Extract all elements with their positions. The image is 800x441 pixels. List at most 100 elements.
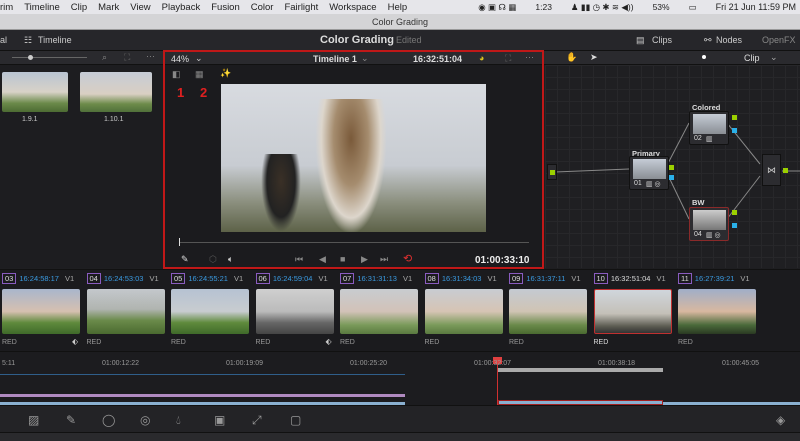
- menu-color[interactable]: Color: [251, 2, 274, 13]
- slider-handle[interactable]: [28, 55, 33, 60]
- sizing-icon[interactable]: ⤢: [252, 413, 262, 428]
- node-mode-select[interactable]: Clip: [744, 53, 760, 63]
- clip-item[interactable]: 09 16:31:37:11 V1 RED: [507, 273, 592, 349]
- curves-icon[interactable]: ▨: [28, 413, 39, 427]
- chevron-down-icon[interactable]: ⌄: [361, 53, 369, 64]
- menu-help[interactable]: Help: [388, 2, 408, 13]
- output-port[interactable]: [783, 168, 788, 173]
- play-icon[interactable]: ▶: [361, 254, 368, 265]
- clip-thumbnail[interactable]: [255, 289, 334, 334]
- gallery-zoom-slider[interactable]: [12, 57, 87, 58]
- menu-fairlight[interactable]: Fairlight: [284, 2, 318, 13]
- chevron-down-icon[interactable]: ⌄: [770, 52, 778, 63]
- gallery-button[interactable]: al: [0, 35, 7, 45]
- hand-icon[interactable]: ✋: [566, 52, 577, 63]
- menu-timeline[interactable]: Timeline: [24, 2, 60, 13]
- search-icon[interactable]: ⌕: [102, 52, 107, 63]
- node-colored[interactable]: 02 ▥: [689, 111, 729, 145]
- menu-playback[interactable]: Playback: [162, 2, 201, 13]
- chevron-down-icon[interactable]: ⌄: [195, 53, 203, 64]
- layer-mixer-node[interactable]: ⋈: [762, 154, 781, 186]
- clock[interactable]: Fri 21 Jun 11:59 PM: [716, 2, 796, 12]
- zoom-select[interactable]: 44%: [171, 54, 189, 64]
- clip-timecode: 16:31:37:11: [526, 274, 566, 283]
- 3d-icon[interactable]: ▢: [290, 413, 301, 427]
- pointer-icon[interactable]: ➤: [590, 52, 598, 63]
- still-thumbnail[interactable]: [2, 72, 68, 112]
- window-icon[interactable]: ◯: [102, 413, 115, 427]
- app-status-icon[interactable]: ◉ ▣ ☊ ▦: [478, 2, 516, 13]
- skip-forward-icon[interactable]: ⏭︎: [380, 254, 388, 265]
- node-bw[interactable]: 04 ▥ ◎: [689, 207, 729, 241]
- output-port[interactable]: [732, 223, 737, 228]
- scrubber-bar[interactable]: [179, 242, 529, 243]
- openfx-button[interactable]: OpenFX: [762, 35, 796, 45]
- menu-fusion[interactable]: Fusion: [211, 2, 240, 13]
- keyframes-icon[interactable]: ◈: [776, 413, 785, 427]
- eyedropper-icon[interactable]: ✎: [181, 254, 189, 265]
- still-thumbnail[interactable]: [80, 72, 152, 112]
- clip-thumbnail[interactable]: [2, 289, 80, 334]
- clip-thumbnail[interactable]: [593, 289, 672, 334]
- blur-icon[interactable]: 💧︎: [176, 413, 181, 428]
- clip-thumbnail[interactable]: [678, 289, 756, 334]
- clip-thumbnail[interactable]: [509, 289, 587, 334]
- clip-item[interactable]: 06 16:24:59:04 V1 RED ⬖: [254, 273, 339, 349]
- clip-thumbnail[interactable]: [424, 289, 503, 334]
- clip-thumbnail[interactable]: [340, 289, 418, 334]
- loop-icon[interactable]: ⟲: [403, 252, 412, 265]
- expand-icon[interactable]: ⛶: [124, 52, 130, 63]
- battery-level[interactable]: 53%: [653, 2, 670, 12]
- more-icon[interactable]: ···: [525, 52, 534, 62]
- output-port[interactable]: [669, 175, 674, 180]
- misc-status-icons[interactable]: ♟ ▮▮ ◷ ✱ ≋ ◀)): [571, 2, 634, 13]
- menu-view[interactable]: View: [130, 2, 150, 13]
- menu-workspace[interactable]: Workspace: [329, 2, 376, 13]
- output-port[interactable]: [732, 210, 737, 215]
- clip-item[interactable]: 07 16:31:31:13 V1 RED: [338, 273, 423, 349]
- clips-button[interactable]: Clips: [652, 35, 672, 45]
- clip-item[interactable]: 08 16:31:34:03 V1 RED: [423, 273, 508, 349]
- clip-thumbnail[interactable]: [86, 289, 165, 334]
- clips-icon: ▤: [636, 35, 645, 45]
- skip-back-icon[interactable]: ⏮︎: [295, 254, 303, 265]
- output-port[interactable]: [732, 128, 737, 133]
- clip-item[interactable]: 05 16:24:55:21 V1 RED: [169, 273, 254, 349]
- playhead[interactable]: [179, 238, 180, 246]
- cube-icon[interactable]: ⬡: [209, 254, 217, 265]
- nodes-button[interactable]: Nodes: [716, 35, 742, 45]
- split-view-icon[interactable]: ◧: [172, 69, 181, 80]
- node-primary[interactable]: 01 ▥ ◎: [629, 156, 669, 190]
- clip-item[interactable]: 11 16:27:39:21 V1 RED: [676, 273, 761, 349]
- key-icon[interactable]: ▣: [214, 413, 225, 427]
- stop-icon[interactable]: ■: [340, 254, 345, 264]
- clip-header: 05 16:24:55:21 V1: [171, 273, 243, 284]
- clip-thumbnail[interactable]: [171, 289, 249, 334]
- qualifier-icon[interactable]: ✎: [66, 413, 76, 427]
- output-port[interactable]: [732, 115, 737, 120]
- clip-track: V1: [318, 274, 328, 283]
- grade-icon: ⬖: [72, 337, 79, 346]
- more-icon[interactable]: ···: [146, 51, 155, 61]
- menu-trim[interactable]: rim: [0, 2, 13, 13]
- selected-range[interactable]: [498, 368, 663, 372]
- volume-icon[interactable]: 🔈︎: [228, 254, 233, 265]
- node-editor[interactable]: Primary 01 ▥ ◎ Colored 02 ▥ BW 04 ▥ ◎ ⋈: [545, 65, 800, 268]
- grid-icon[interactable]: ▦: [195, 69, 204, 80]
- mini-timeline[interactable]: 5:11 01:00:12:22 01:00:19:09 01:00:25:20 01:…: [0, 351, 800, 406]
- color-wheel-icon[interactable]: ◕: [479, 53, 484, 63]
- menu-clip[interactable]: Clip: [71, 2, 87, 13]
- output-port[interactable]: [669, 165, 674, 170]
- time-badge[interactable]: 1:23: [535, 2, 552, 12]
- menu-mark[interactable]: Mark: [98, 2, 119, 13]
- tracker-icon[interactable]: ◎: [140, 413, 150, 427]
- clip-item[interactable]: 04 16:24:53:03 V1 RED: [85, 273, 170, 349]
- timeline-select[interactable]: Timeline 1: [313, 54, 357, 64]
- timeline-button[interactable]: Timeline: [38, 35, 72, 45]
- magic-wand-icon[interactable]: ✨: [220, 68, 231, 79]
- clip-item[interactable]: 03 16:24:58:17 V1 RED ⬖: [0, 273, 85, 349]
- expand-icon[interactable]: ⛶: [505, 53, 511, 64]
- clip-item[interactable]: 10 16:32:51:04 V1 RED: [592, 273, 677, 349]
- step-back-icon[interactable]: ◀: [319, 254, 326, 265]
- output-port[interactable]: [550, 170, 555, 175]
